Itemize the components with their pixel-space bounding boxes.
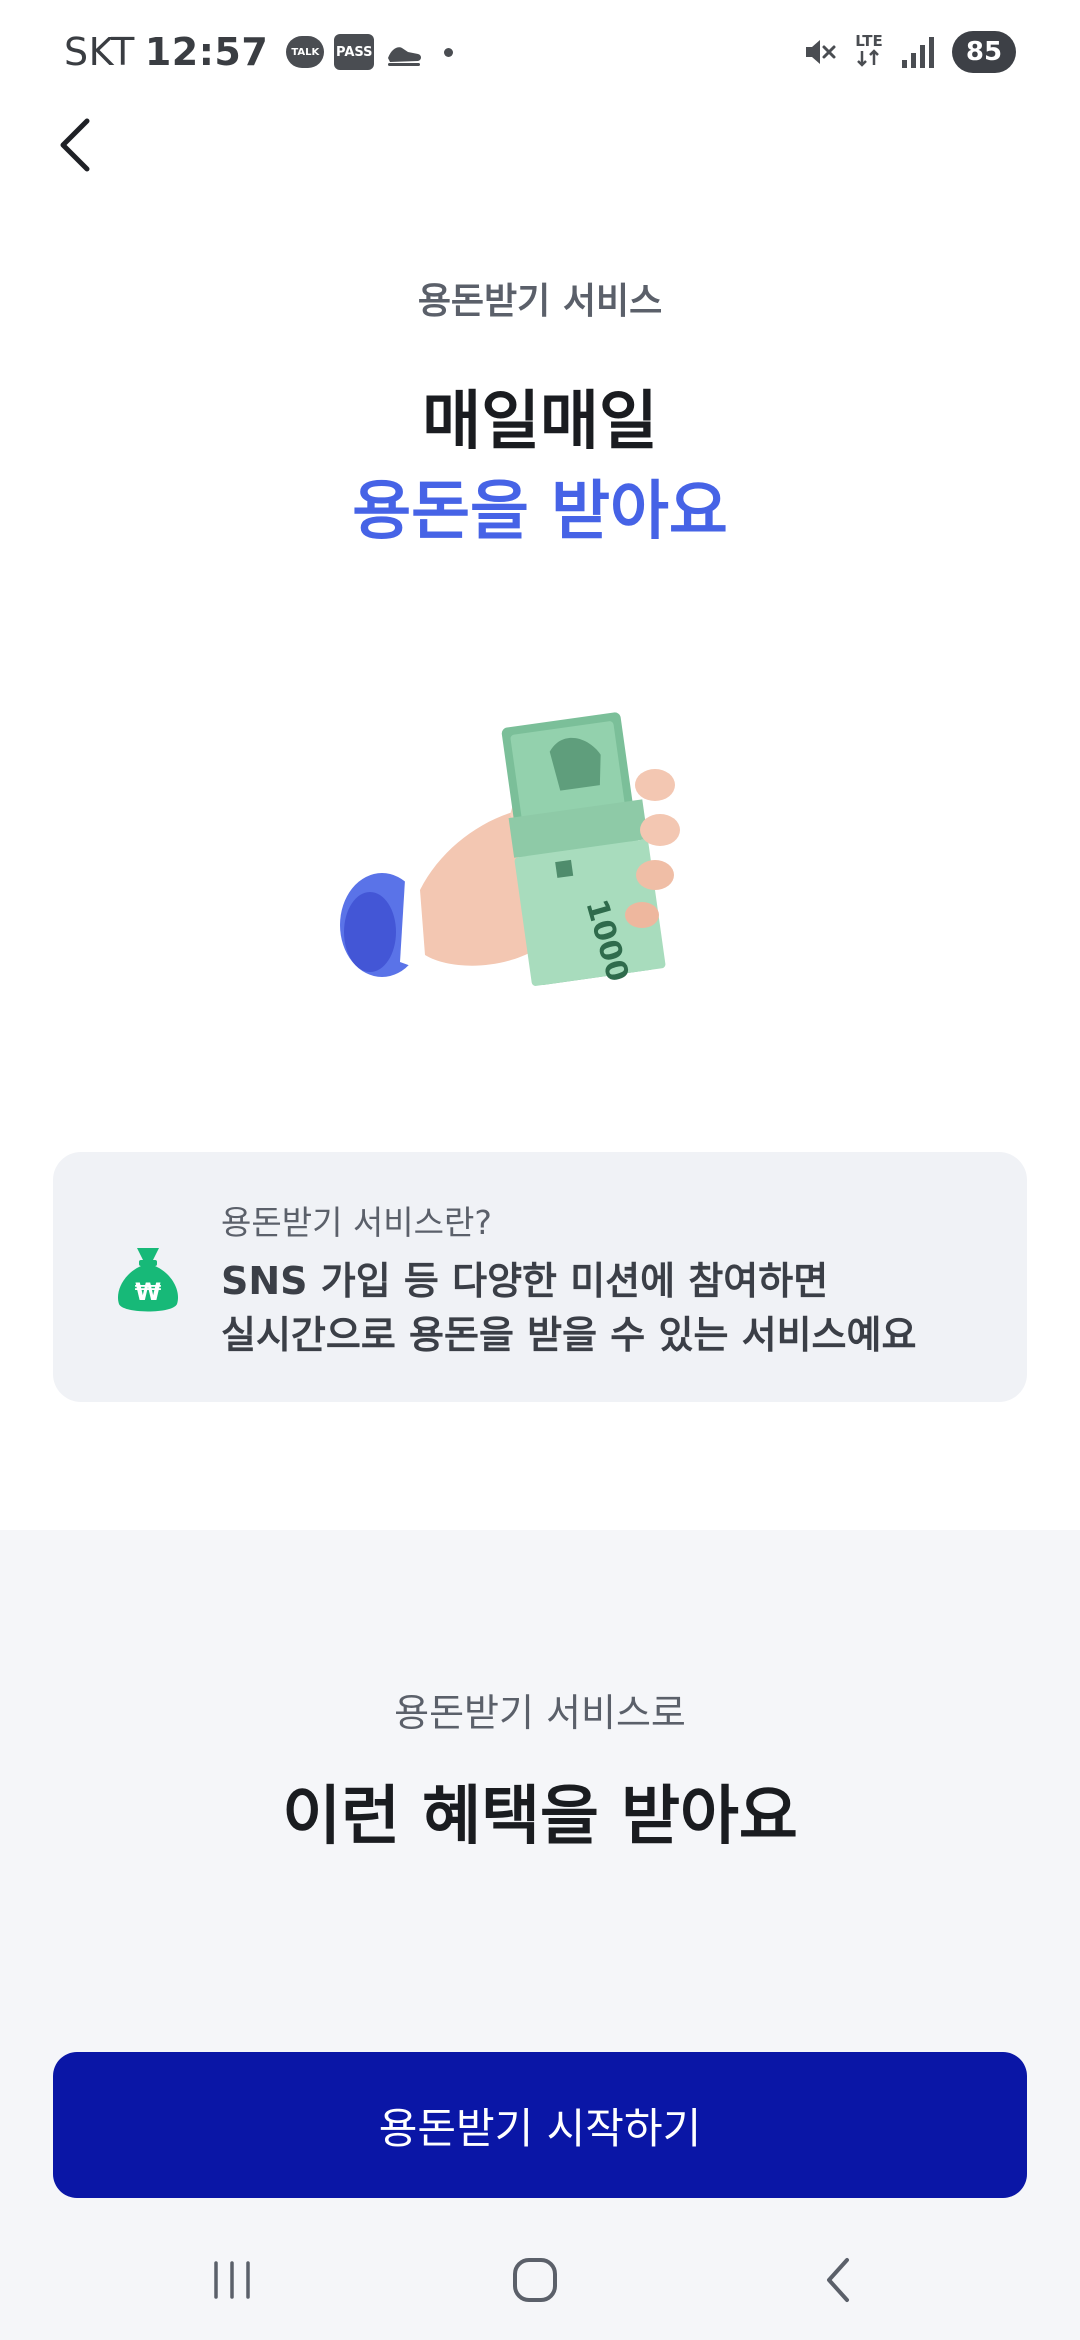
recent-apps-icon <box>214 2261 250 2299</box>
lte-signal-icon: LTE <box>854 33 884 71</box>
info-description: SNS 가입 등 다양한 미션에 참여하면 실시간으로 용돈을 받을 수 있는 … <box>221 1254 1011 1362</box>
service-info-card: ₩ 용돈받기 서비스란? SNS 가입 등 다양한 미션에 참여하면 실시간으로… <box>53 1152 1027 1402</box>
info-description-line: SNS 가입 등 다양한 미션에 참여하면 <box>221 1259 829 1303</box>
recent-apps-button[interactable] <box>172 2240 292 2320</box>
benefits-section: 용돈받기 서비스로 이런 혜택을 받아요 <box>0 1530 1080 2340</box>
service-label: 용돈받기 서비스 <box>417 281 663 322</box>
cellular-signal-icon <box>902 37 934 68</box>
back-button[interactable] <box>40 110 110 180</box>
chevron-left-icon <box>60 118 90 172</box>
home-button[interactable] <box>475 2240 595 2320</box>
hero-title-accent: 용돈을 받아요 <box>352 475 728 549</box>
back-arrow-icon <box>827 2258 849 2302</box>
mute-icon <box>806 40 836 64</box>
hero-title: 매일매일 <box>422 385 658 459</box>
shoe-notification-icon <box>388 47 422 66</box>
system-back-button[interactable] <box>778 2240 898 2320</box>
pass-notification-icon: PASS <box>334 34 375 70</box>
money-bag-icon: ₩ <box>117 1248 179 1312</box>
svg-text:₩: ₩ <box>135 1278 162 1306</box>
kakaotalk-notification-icon: TALK <box>286 36 325 68</box>
benefits-subtitle: 용돈받기 서비스로 <box>394 1691 686 1735</box>
status-bar: SKT 12:57 TALK PASS LTE 85 <box>0 0 1080 100</box>
home-icon <box>513 2258 557 2302</box>
carrier-label: SKT <box>64 30 135 74</box>
more-notifications-dot-icon <box>444 47 454 57</box>
info-description-line: 실시간으로 용돈을 받을 수 있는 서비스예요 <box>221 1313 917 1357</box>
system-navigation-bar <box>0 2220 1080 2340</box>
info-question: 용돈받기 서비스란? <box>221 1203 492 1242</box>
start-allowance-button[interactable]: 용돈받기 시작하기 <box>53 2052 1027 2198</box>
battery-indicator: 85 <box>952 31 1016 73</box>
hand-holding-money-illustration: 1000 <box>340 712 680 986</box>
clock: 12:57 <box>144 30 269 74</box>
benefits-title: 이런 혜택을 받아요 <box>282 1780 798 1854</box>
